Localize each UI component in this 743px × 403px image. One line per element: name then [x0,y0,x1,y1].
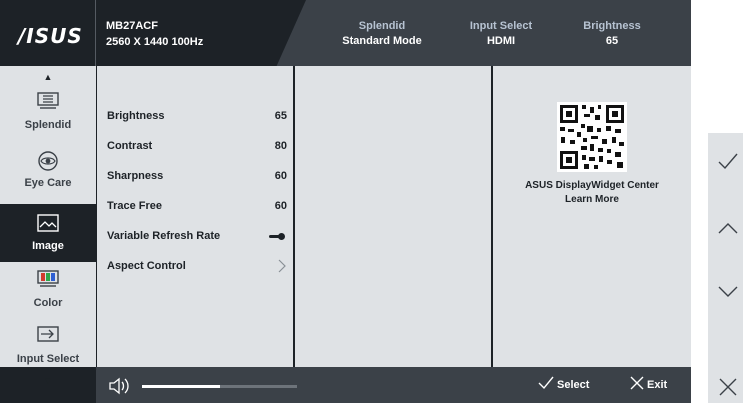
header-input-select: Input Select HDMI [446,20,556,47]
header-brightness-value: 65 [605,35,619,47]
splendid-icon [0,92,96,114]
select-label: Select [557,378,590,391]
sidebar-item-color[interactable]: Color [0,264,96,320]
sidebar-item-label: Image [32,240,64,252]
key-close-icon[interactable] [717,376,739,398]
scroll-up-arrow-icon[interactable]: ▲ [0,72,96,82]
setting-row-trace-free[interactable]: Trace Free 60 [107,200,287,216]
sidebar-item-image[interactable]: Image [0,204,96,262]
sidebar-item-splendid[interactable]: Splendid [0,86,96,142]
widget-panel: ASUS DisplayWidget Center Learn More [493,66,691,367]
learn-more-link[interactable]: Learn More [493,194,691,205]
scroll-down-arrow-icon[interactable]: ▼ [0,376,96,386]
header-splendid-value: Standard Mode [342,35,422,47]
setting-value: 60 [274,170,287,182]
input-select-icon [0,326,96,348]
volume-icon [108,376,132,401]
sidebar-item-input-select[interactable]: Input Select [0,324,96,366]
key-confirm-check-icon[interactable] [717,150,739,172]
setting-row-brightness[interactable]: Brightness 65 [107,110,287,126]
select-button[interactable]: Select [538,376,589,393]
setting-row-variable-refresh-rate[interactable]: Variable Refresh Rate [107,230,287,246]
toggle-knob [278,233,285,240]
volume-slider[interactable] [142,385,297,388]
header-splendid: Splendid Standard Mode [327,20,437,47]
eye-care-icon [0,150,96,172]
setting-name: Contrast [107,140,153,152]
exit-label: Exit [647,378,668,391]
key-chevron-up-icon[interactable] [717,217,739,239]
sidebar-item-label: Input Select [16,353,80,365]
header-input-select-label: Input Select [469,20,533,32]
setting-value: 65 [274,110,287,122]
setting-row-aspect-control[interactable]: Aspect Control [107,258,287,277]
osd-menu: /ISUS MB27ACF 2560 X 1440 100Hz Splendid… [0,0,691,403]
image-icon [0,214,96,236]
setting-value: 60 [274,200,287,212]
asus-logo: /ISUS [18,24,83,48]
hardware-keys [708,133,743,403]
setting-name: Aspect Control [107,260,186,272]
setting-name: Brightness [107,110,165,122]
model-resolution: 2560 X 1440 100Hz [106,36,204,48]
setting-name: Variable Refresh Rate [107,230,221,242]
model-name: MB27ACF [106,20,158,32]
key-chevron-down-icon[interactable] [717,281,739,303]
volume-slider-fill [142,385,220,388]
chevron-right-icon [277,258,287,277]
model-info: MB27ACF 2560 X 1440 100Hz [96,0,306,66]
exit-button[interactable]: Exit [630,376,667,393]
widget-title: ASUS DisplayWidget Center [525,180,659,191]
sidebar: ▲ Splendid Eye Care Image Color Input Se… [0,66,96,386]
header-splendid-label: Splendid [358,20,406,32]
setting-value: 80 [274,140,287,152]
setting-row-contrast[interactable]: Contrast 80 [107,140,287,156]
vrr-toggle[interactable] [269,233,285,241]
osd-footer: Select Exit [96,367,691,403]
header-brightness: Brightness 65 [557,20,667,47]
logo-block: /ISUS [0,0,96,66]
submenu-panel [295,66,491,367]
header-input-select-value: HDMI [486,35,516,47]
color-icon [0,270,96,292]
image-settings-panel: Brightness 65 Contrast 80 Sharpness 60 T… [97,66,293,367]
osd-header: /ISUS MB27ACF 2560 X 1440 100Hz Splendid… [0,0,691,66]
check-icon [538,376,554,393]
sidebar-item-label: Color [33,297,63,309]
close-icon [630,376,644,393]
qr-code-icon [557,102,627,172]
setting-name: Trace Free [107,200,163,212]
sidebar-item-eye-care[interactable]: Eye Care [0,144,96,200]
setting-name: Sharpness [107,170,164,182]
setting-row-sharpness[interactable]: Sharpness 60 [107,170,287,186]
header-brightness-label: Brightness [583,20,641,32]
sidebar-item-label: Eye Care [24,177,72,189]
sidebar-item-label: Splendid [24,119,72,131]
